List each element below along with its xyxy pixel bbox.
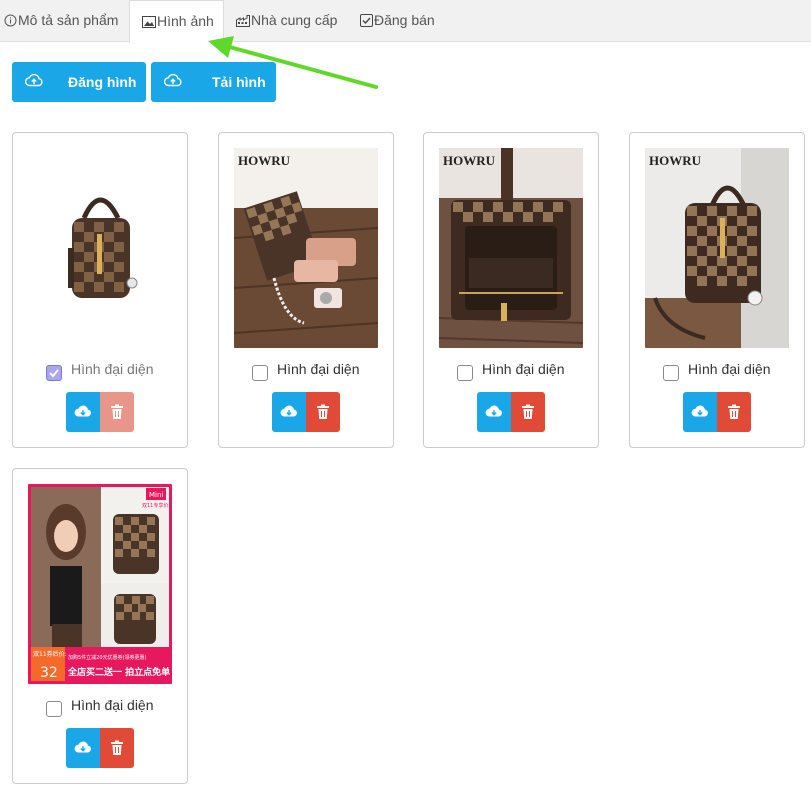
upload-image-button[interactable] <box>66 392 100 432</box>
cloud-download-icon <box>691 405 708 417</box>
main-image-checkbox[interactable] <box>457 365 473 381</box>
cloud-upload-icon <box>24 73 43 90</box>
cloud-download-icon <box>163 73 182 90</box>
tab-publish[interactable]: Đăng bán <box>360 0 435 42</box>
tab-description[interactable]: Mô tả sản phẩm <box>4 0 118 42</box>
product-image[interactable]: HOWRU <box>645 148 789 348</box>
watermark-text: HOWRU <box>238 153 291 168</box>
main-image-checkbox[interactable] <box>46 365 62 381</box>
main-image-checkbox[interactable] <box>252 365 268 381</box>
promo-sub-badge: 双11专享价 <box>142 502 168 509</box>
cloud-download-icon <box>485 405 502 417</box>
image-card: HOWRU Hình đại diện <box>218 132 394 448</box>
post-image-button[interactable]: Đăng hình <box>12 62 146 102</box>
main-image-checkbox[interactable] <box>46 701 62 717</box>
image-card: HOWRU Hình đại diện <box>629 132 805 448</box>
tab-bar: Mô tả sản phẩm Hình ảnh Nhà cung cấp Đăn… <box>0 0 811 43</box>
promo-badge: Mini <box>149 491 163 499</box>
trash-icon <box>111 404 123 419</box>
image-card: Hình đại diện <box>12 132 188 448</box>
tab-supplier[interactable]: Nhà cung cấp <box>236 0 337 42</box>
tab-images[interactable]: Hình ảnh <box>129 0 224 43</box>
trash-icon <box>522 404 534 419</box>
tab-label: Nhà cung cấp <box>251 12 338 28</box>
product-image[interactable] <box>28 148 172 348</box>
download-image-button[interactable]: Tải hình <box>151 62 276 102</box>
watermark-text: HOWRU <box>443 153 496 168</box>
info-icon <box>4 14 17 27</box>
trash-icon <box>728 404 740 419</box>
promo-banner: 全店买二送一 拍立点免单 <box>67 666 170 678</box>
trash-icon <box>317 404 329 419</box>
tab-label: Hình ảnh <box>157 13 214 29</box>
upload-image-button[interactable] <box>683 392 717 432</box>
image-icon <box>142 16 156 28</box>
image-card: Mini 双11专享价 双11券后价: 32 加购5件立减20元优惠券(领券更惠… <box>12 468 188 784</box>
upload-image-button[interactable] <box>477 392 511 432</box>
cloud-download-icon <box>74 405 91 417</box>
tab-label: Đăng bán <box>374 12 435 28</box>
upload-image-button[interactable] <box>66 728 100 768</box>
watermark-text: HOWRU <box>649 153 702 168</box>
upload-image-button[interactable] <box>272 392 306 432</box>
delete-image-button[interactable] <box>306 392 340 432</box>
factory-icon <box>236 15 250 27</box>
cloud-download-icon <box>280 405 297 417</box>
product-image[interactable]: HOWRU <box>439 148 583 348</box>
image-card: HOWRU Hình đại diện <box>423 132 599 448</box>
post-image-label: Đăng hình <box>68 74 137 90</box>
main-image-label: Hình đại diện <box>277 361 360 377</box>
tab-label: Mô tả sản phẩm <box>18 12 119 28</box>
main-image-label: Hình đại diện <box>688 361 771 377</box>
trash-icon <box>111 740 123 755</box>
delete-image-button[interactable] <box>100 728 134 768</box>
delete-image-button[interactable] <box>511 392 545 432</box>
main-image-label: Hình đại diện <box>482 361 565 377</box>
delete-image-button[interactable] <box>100 392 134 432</box>
checkbox-icon <box>360 14 373 27</box>
download-image-label: Tải hình <box>212 74 266 90</box>
promo-price-label: 双11券后价: <box>33 650 67 658</box>
main-image-label: Hình đại diện <box>71 361 154 377</box>
promo-price: 32 <box>40 665 58 681</box>
main-image-checkbox[interactable] <box>663 365 679 381</box>
product-image[interactable]: Mini 双11专享价 双11券后价: 32 加购5件立减20元优惠券(领券更惠… <box>28 484 172 684</box>
delete-image-button[interactable] <box>717 392 751 432</box>
promo-coupon-line: 加购5件立减20元优惠券(领券更惠) <box>68 654 146 661</box>
cloud-download-icon <box>74 741 91 753</box>
main-image-label: Hình đại diện <box>71 697 154 713</box>
product-image[interactable]: HOWRU <box>234 148 378 348</box>
